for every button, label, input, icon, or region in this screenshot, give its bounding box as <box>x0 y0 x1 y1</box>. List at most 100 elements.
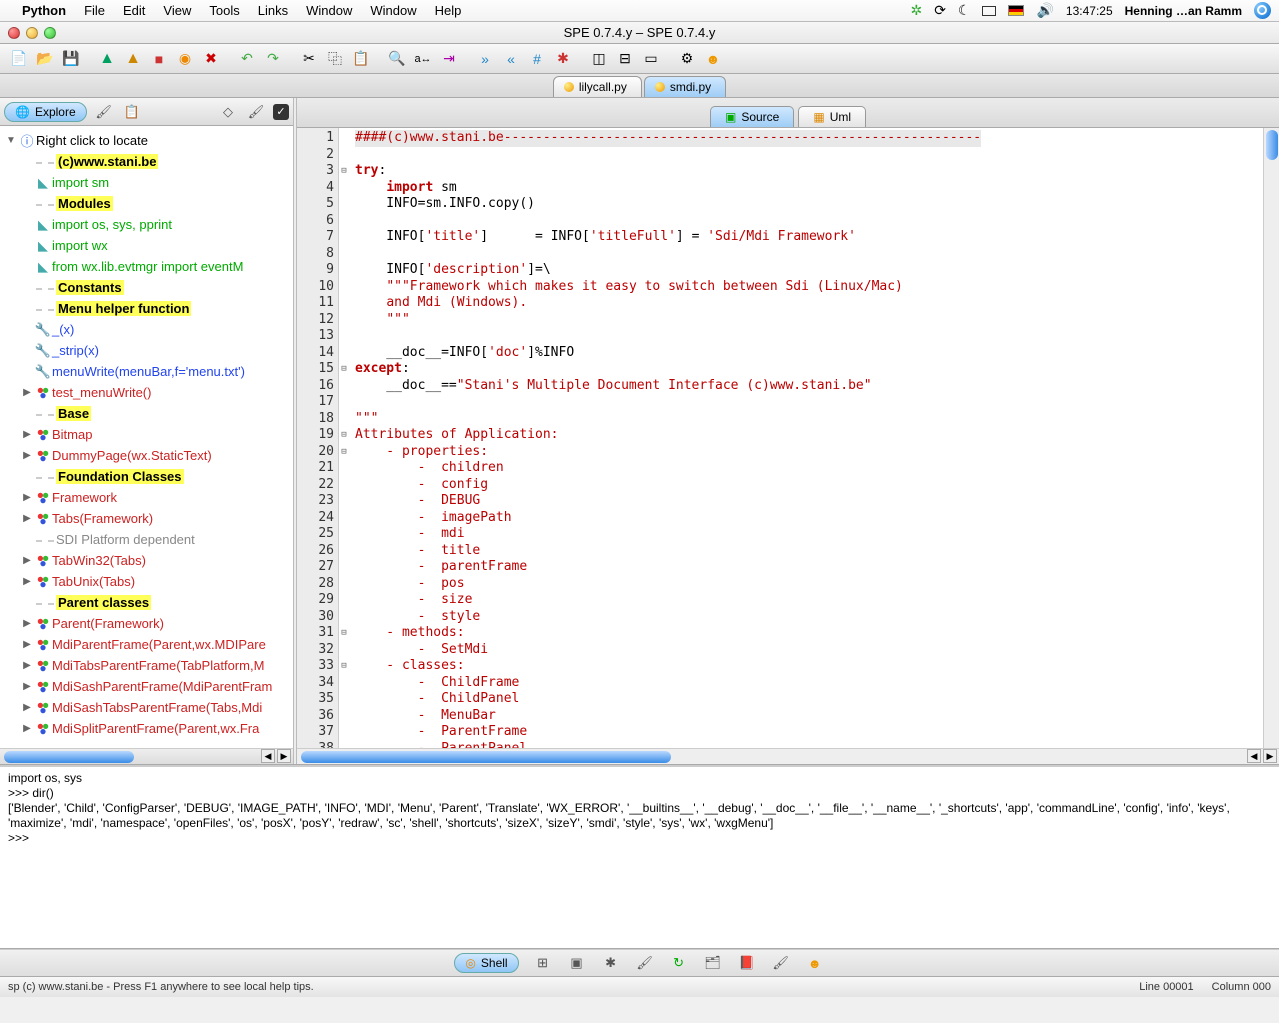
close-window-button[interactable] <box>8 27 20 39</box>
menu-edit[interactable]: Edit <box>123 3 145 18</box>
tree-item[interactable]: 🔧menuWrite(menuBar,f='menu.txt') <box>2 361 291 382</box>
shell-button[interactable]: ◎Shell <box>454 953 518 973</box>
tree-item[interactable]: ◣import os, sys, pprint <box>2 214 291 235</box>
tree-item[interactable]: ▶test_menuWrite() <box>2 382 291 403</box>
editor-vscroll[interactable] <box>1263 128 1279 748</box>
tree-root[interactable]: ▼ⓘRight click to locate <box>2 130 291 151</box>
smile-icon[interactable]: ☻ <box>702 48 724 70</box>
zoom-window-button[interactable] <box>44 27 56 39</box>
tree-item[interactable]: ▶TabUnix(Tabs) <box>2 571 291 592</box>
tree-item[interactable]: ▶Framework <box>2 487 291 508</box>
scrollbar-thumb[interactable] <box>301 751 671 763</box>
spotlight-icon[interactable] <box>1254 2 1271 19</box>
run-icon[interactable]: ▲ <box>96 48 118 70</box>
settings-icon[interactable]: ⚙ <box>676 48 698 70</box>
scrollbar-thumb[interactable] <box>1266 130 1278 160</box>
menu-links[interactable]: Links <box>258 3 288 18</box>
sync-icon[interactable]: ⟳ <box>934 2 946 19</box>
editor-hscroll[interactable]: ◀▶ <box>297 748 1279 764</box>
user-name[interactable]: Henning …an Ramm <box>1125 4 1242 18</box>
menu-file[interactable]: File <box>84 3 105 18</box>
eraser-icon[interactable]: ◇ <box>217 103 239 121</box>
tree-item[interactable]: ◣import sm <box>2 172 291 193</box>
scrollbar-thumb[interactable] <box>4 751 134 763</box>
tree-item[interactable]: Modules <box>2 193 291 214</box>
cut-icon[interactable]: ✂ <box>298 48 320 70</box>
menu-tools[interactable]: Tools <box>209 3 239 18</box>
close-icon[interactable]: ✖ <box>200 48 222 70</box>
tree-item[interactable]: ◣from wx.lib.evtmgr import eventM <box>2 256 291 277</box>
tree-item[interactable]: 🔧_(x) <box>2 319 291 340</box>
explore-button[interactable]: 🌐Explore <box>4 102 87 122</box>
save-file-icon[interactable]: 💾 <box>60 48 82 70</box>
uncomment-icon[interactable]: ✱ <box>552 48 574 70</box>
find-icon[interactable]: 🔍 <box>386 48 408 70</box>
brush-icon[interactable]: 🖌 <box>93 103 115 121</box>
code-area[interactable]: ⊟⊟⊟⊟⊟⊟####(c)www.stani.be---------------… <box>339 128 1263 748</box>
explorer-tree[interactable]: ▼ⓘRight click to locate(c)www.stani.be◣i… <box>0 126 293 748</box>
terminal-icon[interactable]: ▣ <box>567 955 587 971</box>
scroll-left-icon[interactable]: ◀ <box>1247 749 1261 763</box>
tab-smdi[interactable]: smdi.py <box>644 76 726 97</box>
tree-item[interactable]: Constants <box>2 277 291 298</box>
paste-icon[interactable]: 📋 <box>350 48 372 70</box>
tree-item[interactable]: Foundation Classes <box>2 466 291 487</box>
leaf-icon[interactable]: ✲ <box>910 2 922 19</box>
tree-item[interactable]: SDI Platform dependent <box>2 529 291 550</box>
run-args-icon[interactable]: ▲ <box>122 48 144 70</box>
tab-uml[interactable]: ▦Uml <box>798 106 866 127</box>
tree-item[interactable]: ▶MdiSashTabsParentFrame(Tabs,Mdi <box>2 697 291 718</box>
minimize-window-button[interactable] <box>26 27 38 39</box>
tree-item[interactable]: (c)www.stani.be <box>2 151 291 172</box>
tree-item[interactable]: ▶MdiSashParentFrame(MdiParentFram <box>2 676 291 697</box>
menu-window-1[interactable]: Window <box>306 3 352 18</box>
replace-icon[interactable]: a↔ <box>412 48 434 70</box>
indent-icon[interactable]: » <box>474 48 496 70</box>
sidebar-hscroll[interactable]: ◀▶ <box>0 748 293 764</box>
brush2-icon[interactable]: 🖌 <box>771 955 791 971</box>
clock[interactable]: 13:47:25 <box>1066 4 1113 18</box>
split-v-icon[interactable]: ◫ <box>588 48 610 70</box>
tab-lilycall[interactable]: lilycall.py <box>553 76 642 97</box>
tree-item[interactable]: ▶MdiParentFrame(Parent,wx.MDIPare <box>2 634 291 655</box>
tab-source[interactable]: ▣Source <box>710 106 794 127</box>
stop-icon[interactable]: ■ <box>148 48 170 70</box>
tool4-icon[interactable]: 🖌 <box>635 955 655 971</box>
redo-icon[interactable]: ↷ <box>262 48 284 70</box>
comment-icon[interactable]: # <box>526 48 548 70</box>
tree-item[interactable]: ▶DummyPage(wx.StaticText) <box>2 445 291 466</box>
tree-item[interactable]: 🔧_strip(x) <box>2 340 291 361</box>
open-file-icon[interactable]: 📂 <box>34 48 56 70</box>
tree-item[interactable]: ▶MdiSplitParentFrame(Parent,wx.Fra <box>2 718 291 739</box>
new-file-icon[interactable]: 📄 <box>8 48 30 70</box>
scroll-right-icon[interactable]: ▶ <box>277 749 291 763</box>
volume-icon[interactable]: 🔊 <box>1036 2 1053 19</box>
tree-item[interactable]: ▶Parent(Framework) <box>2 613 291 634</box>
browse-icon[interactable]: 🗂 <box>703 955 723 971</box>
tree-view-icon[interactable]: ⊞ <box>533 955 553 971</box>
check-icon[interactable]: ✓ <box>273 104 289 120</box>
menu-help[interactable]: Help <box>435 3 462 18</box>
notes-icon[interactable]: 📋 <box>121 103 143 121</box>
scroll-left-icon[interactable]: ◀ <box>261 749 275 763</box>
moon-icon[interactable]: ☾ <box>958 2 971 19</box>
unsplit-icon[interactable]: ▭ <box>640 48 662 70</box>
fold-column[interactable]: ⊟⊟⊟⊟⊟⊟ <box>339 130 349 748</box>
tree-item[interactable]: ▶MdiTabsParentFrame(TabPlatform,M <box>2 655 291 676</box>
tree-item[interactable]: Base <box>2 403 291 424</box>
dedent-icon[interactable]: « <box>500 48 522 70</box>
tree-item[interactable]: ◣import wx <box>2 235 291 256</box>
tree-item[interactable]: ▶Bitmap <box>2 424 291 445</box>
display-icon[interactable] <box>982 6 996 16</box>
smile2-icon[interactable]: ☻ <box>805 955 825 971</box>
flag-de-icon[interactable] <box>1008 5 1024 16</box>
tree-item[interactable]: Menu helper function <box>2 298 291 319</box>
menu-app[interactable]: Python <box>22 3 66 18</box>
goto-icon[interactable]: ⇥ <box>438 48 460 70</box>
copy-icon[interactable]: ⿻ <box>324 48 346 70</box>
tree-item[interactable]: ▶TabWin32(Tabs) <box>2 550 291 571</box>
undo-icon[interactable]: ↶ <box>236 48 258 70</box>
menu-window-2[interactable]: Window <box>370 3 416 18</box>
split-h-icon[interactable]: ⊟ <box>614 48 636 70</box>
tool3-icon[interactable]: ✱ <box>601 955 621 971</box>
